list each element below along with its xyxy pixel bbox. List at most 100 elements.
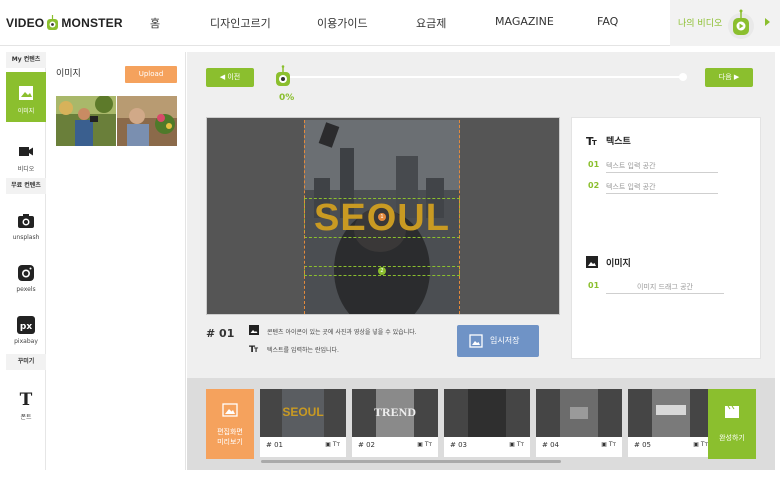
canvas-media-slot[interactable]: SEOUL 1 2 bbox=[304, 120, 460, 314]
image-field-number: 01 bbox=[588, 281, 600, 290]
asset-panel: 이미지 Upload bbox=[46, 52, 186, 470]
nav-magazine[interactable]: MAGAZINE bbox=[495, 15, 554, 28]
content-category-rail: My 컨텐츠 이미지 비디오 무료 컨텐츠 unsplash pexels px… bbox=[6, 52, 46, 470]
rail-section-my-content: My 컨텐츠 bbox=[6, 52, 46, 68]
image-icon bbox=[586, 256, 598, 268]
progress-mascot-icon bbox=[276, 65, 290, 86]
scene-label: # 03 bbox=[450, 441, 467, 449]
scene-thumbnail[interactable]: # 03 ▣ Tт bbox=[444, 389, 530, 457]
mascot-icon bbox=[47, 15, 59, 30]
caret-right-icon bbox=[765, 18, 770, 26]
nav-design[interactable]: 디자인고르기 bbox=[210, 15, 271, 31]
scene-label: # 02 bbox=[358, 441, 375, 449]
svg-text:px: px bbox=[20, 322, 32, 332]
preview-label-line: 편집화면 bbox=[217, 428, 243, 436]
text-field-row: 01 텍스트 입력 공간 bbox=[588, 159, 718, 173]
progress-percent: 0% bbox=[279, 93, 295, 103]
clapperboard-icon bbox=[725, 406, 739, 418]
progress-end-dot bbox=[679, 73, 687, 81]
image-icon bbox=[19, 86, 33, 100]
photo-man-with-camera bbox=[56, 96, 116, 146]
scene-thumbnail[interactable]: # 04 ▣ Tт bbox=[536, 389, 622, 457]
font-t-icon: T bbox=[20, 390, 33, 408]
prev-button[interactable]: ◀ 이전 bbox=[206, 68, 254, 87]
image-icon bbox=[249, 325, 259, 335]
rail-section-free-content: 무료 컨텐츠 bbox=[6, 178, 46, 194]
nav-home[interactable]: 홈 bbox=[150, 15, 160, 31]
camera-icon bbox=[18, 214, 34, 228]
complete-button[interactable]: 완성하기 bbox=[708, 389, 756, 459]
strip-scrollbar[interactable] bbox=[261, 460, 561, 463]
text-field-number: 02 bbox=[588, 181, 600, 190]
logo-text-right: MONSTER bbox=[61, 16, 123, 30]
scene-number: # 01 bbox=[206, 327, 235, 340]
text-field-number: 01 bbox=[588, 160, 600, 169]
scene-caption: SEOUL bbox=[282, 405, 324, 419]
image-field-row: 01 이미지 드래그 공간 bbox=[588, 280, 724, 294]
next-button[interactable]: 다음 ▶ bbox=[705, 68, 753, 87]
rail-item-unsplash[interactable]: unsplash bbox=[6, 200, 46, 250]
rail-item-label: pexels bbox=[16, 286, 36, 293]
rail-item-video[interactable]: 비디오 bbox=[6, 130, 46, 180]
rail-section-decorate: 꾸미기 bbox=[6, 354, 46, 370]
rail-item-pexels[interactable]: pexels bbox=[6, 252, 46, 302]
text-input-field[interactable]: 텍스트 입력 공간 bbox=[606, 159, 718, 173]
scene-thumbnail[interactable]: # 05 ▣ Tт bbox=[628, 389, 714, 457]
rail-item-pixabay[interactable]: px pixabay bbox=[6, 304, 46, 354]
scene-type-icons: ▣ Tт bbox=[693, 441, 708, 448]
asset-panel-title: 이미지 bbox=[56, 69, 81, 79]
instagram-style-camera-icon bbox=[18, 265, 34, 281]
svg-text:T: T bbox=[20, 390, 33, 408]
scene-canvas: SEOUL 1 2 bbox=[206, 117, 560, 315]
rail-item-label: 이미지 bbox=[17, 108, 35, 115]
preview-button[interactable]: 편집화면 미리보기 bbox=[206, 389, 254, 459]
text-input-field[interactable]: 텍스트 입력 공간 bbox=[606, 180, 718, 194]
scene-thumbnail[interactable]: SEOUL # 01 ▣ Tт bbox=[260, 389, 346, 457]
scene-preview: TREND bbox=[352, 389, 438, 437]
text-hint-text: 텍스트를 입력하는 란입니다. bbox=[267, 347, 339, 354]
temp-save-button[interactable]: 임시저장 bbox=[457, 325, 539, 357]
logo[interactable]: VIDEO MONSTER bbox=[6, 13, 123, 33]
scene-preview bbox=[536, 389, 622, 437]
mascot-avatar-icon bbox=[728, 9, 754, 39]
scene-preview: SEOUL bbox=[260, 389, 346, 437]
photo-woman-with-flowers bbox=[117, 96, 177, 146]
media-slot-guide bbox=[304, 120, 460, 314]
rail-item-label: pixabay bbox=[14, 338, 38, 345]
asset-thumbnail[interactable] bbox=[56, 96, 116, 146]
nav-guide[interactable]: 이용가이드 bbox=[317, 15, 368, 31]
scene-strip: 편집화면 미리보기 SEOUL # 01 ▣ Tт TREND # 02 ▣ T… bbox=[187, 378, 775, 470]
rail-item-font[interactable]: T 폰트 bbox=[6, 378, 46, 428]
complete-label: 완성하기 bbox=[719, 434, 745, 442]
scene-type-icons: ▣ Tт bbox=[509, 441, 524, 448]
asset-thumbnail[interactable] bbox=[117, 96, 177, 146]
video-camera-icon bbox=[19, 147, 33, 156]
text-field-row: 02 텍스트 입력 공간 bbox=[588, 180, 718, 194]
text-tt-icon: TT bbox=[249, 345, 259, 353]
scene-label: # 05 bbox=[634, 441, 651, 449]
image-drop-field[interactable]: 이미지 드래그 공간 bbox=[606, 280, 724, 294]
scene-photo-detail bbox=[570, 407, 588, 419]
scene-type-icons: ▣ Tт bbox=[417, 441, 432, 448]
input-panel: TT 텍스트 01 텍스트 입력 공간 02 텍스트 입력 공간 이미지 01 … bbox=[571, 117, 761, 359]
nav-pricing[interactable]: 요금제 bbox=[416, 15, 446, 31]
rail-item-image[interactable]: 이미지 bbox=[6, 72, 46, 122]
text-tt-icon: TT bbox=[586, 135, 597, 146]
text-section-title: 텍스트 bbox=[606, 137, 631, 147]
scene-type-icons: ▣ Tт bbox=[601, 441, 616, 448]
scene-thumbnail[interactable]: TREND # 02 ▣ Tт bbox=[352, 389, 438, 457]
media-hint-text: 콘텐츠 아이콘이 있는 곳에 사진과 영상을 넣을 수 있습니다. bbox=[267, 329, 417, 336]
rail-item-label: 폰트 bbox=[20, 414, 32, 421]
upload-button[interactable]: Upload bbox=[125, 66, 177, 83]
scene-photo bbox=[468, 389, 506, 437]
editor-area: ◀ 이전 0% 다음 ▶ 1 2 # 01 콘텐츠 아이콘이 있는 곳에 사진과… bbox=[187, 52, 775, 470]
scene-label: # 04 bbox=[542, 441, 559, 449]
logo-text-left: VIDEO bbox=[6, 16, 45, 30]
app-root: VIDEO MONSTER 홈 디자인고르기 이용가이드 요금제 MAGAZIN… bbox=[0, 0, 780, 478]
image-section-title: 이미지 bbox=[606, 259, 631, 269]
scene-caption: TREND bbox=[373, 405, 416, 419]
rail-item-label: unsplash bbox=[12, 234, 40, 241]
scene-preview bbox=[444, 389, 530, 437]
nav-faq[interactable]: FAQ bbox=[597, 15, 618, 28]
my-video-menu[interactable]: 나의 비디오 bbox=[670, 0, 780, 46]
